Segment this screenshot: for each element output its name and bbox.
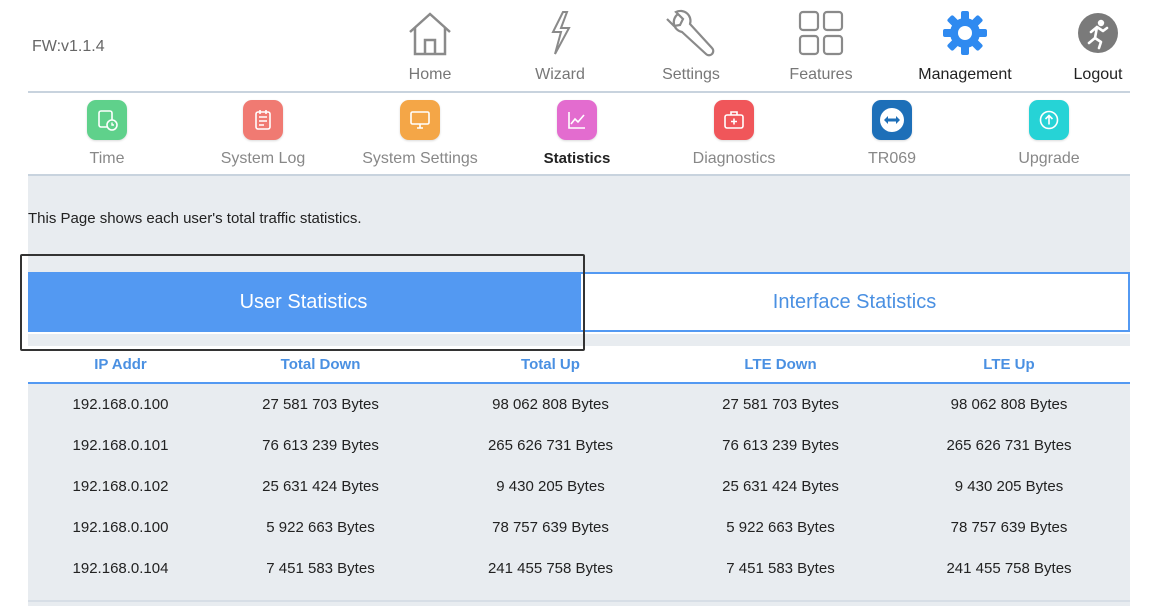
col-total-down[interactable]: Total Down [213, 356, 428, 373]
cell-lte-up: 9 430 205 Bytes [954, 478, 1064, 495]
col-lte-down[interactable]: LTE Down [673, 356, 888, 373]
nav-features-label: Features [789, 66, 853, 83]
cell-ip: 192.168.0.104 [72, 560, 169, 577]
table-row: 192.168.0.100 27 581 703 Bytes 98 062 80… [28, 384, 1130, 425]
tab-interface-statistics[interactable]: Interface Statistics [579, 272, 1130, 332]
medkit-icon [714, 100, 754, 140]
cell-lte-down: 5 922 663 Bytes [726, 519, 835, 536]
home-icon [403, 6, 457, 60]
time-icon [87, 100, 127, 140]
nav-wizard[interactable]: Wizard [500, 6, 620, 88]
subnav-system-settings[interactable]: System Settings [345, 100, 495, 174]
page-description: This Page shows each user's total traffi… [28, 210, 362, 227]
subnav-statistics[interactable]: Statistics [502, 100, 652, 174]
nav-home-label: Home [408, 66, 452, 83]
wrench-icon [664, 6, 718, 60]
cell-lte-up: 265 626 731 Bytes [946, 437, 1072, 454]
upgrade-icon [1029, 100, 1069, 140]
subnav-system-settings-label: System Settings [362, 150, 478, 167]
nav-settings-label: Settings [662, 66, 720, 83]
table-row: 192.168.0.102 25 631 424 Bytes 9 430 205… [28, 466, 1130, 507]
table-row: 192.168.0.101 76 613 239 Bytes 265 626 7… [28, 425, 1130, 466]
grid-icon [794, 6, 848, 60]
col-lte-up[interactable]: LTE Up [888, 356, 1130, 373]
cell-lte-down: 7 451 583 Bytes [726, 560, 835, 577]
nav-logout-label: Logout [1073, 66, 1123, 83]
cell-total-up: 78 757 639 Bytes [492, 519, 609, 536]
top-divider [28, 91, 1130, 93]
cell-total-up: 98 062 808 Bytes [492, 396, 609, 413]
table-bottom-divider [28, 600, 1130, 602]
tab-user-statistics[interactable]: User Statistics [28, 272, 579, 332]
sub-navigation: Time System Log System Settings Statisti… [28, 94, 1130, 174]
cell-total-down: 27 581 703 Bytes [262, 396, 379, 413]
subnav-upgrade-label: Upgrade [1018, 150, 1080, 167]
cell-lte-down: 76 613 239 Bytes [722, 437, 839, 454]
subnav-tr069-label: TR069 [867, 150, 917, 167]
table-header: IP Addr Total Down Total Up LTE Down LTE… [28, 346, 1130, 384]
col-ip-addr[interactable]: IP Addr [28, 356, 213, 373]
nav-features[interactable]: Features [761, 6, 881, 88]
cell-total-up: 265 626 731 Bytes [487, 437, 614, 454]
log-icon [243, 100, 283, 140]
logout-icon [1071, 6, 1125, 60]
nav-home[interactable]: Home [370, 6, 490, 88]
subnav-system-log-label: System Log [220, 150, 306, 167]
statistics-tabs: User Statistics Interface Statistics [28, 272, 1130, 334]
subnav-time-label: Time [89, 150, 125, 167]
cell-total-down: 76 613 239 Bytes [262, 437, 379, 454]
subnav-time[interactable]: Time [32, 100, 182, 174]
subnav-tr069[interactable]: TR069 [817, 100, 967, 174]
cell-total-down: 5 922 663 Bytes [266, 519, 375, 536]
gear-icon [938, 6, 992, 60]
cell-lte-up: 78 757 639 Bytes [950, 519, 1068, 536]
nav-settings[interactable]: Settings [631, 6, 751, 88]
cell-ip: 192.168.0.100 [72, 519, 169, 536]
tr069-icon [872, 100, 912, 140]
wizard-icon [533, 6, 587, 60]
subnav-system-log[interactable]: System Log [188, 100, 338, 174]
cell-lte-up: 241 455 758 Bytes [946, 560, 1072, 577]
nav-logout[interactable]: Logout [1038, 6, 1158, 88]
subnav-diagnostics[interactable]: Diagnostics [659, 100, 809, 174]
user-statistics-table: IP Addr Total Down Total Up LTE Down LTE… [28, 346, 1130, 589]
cell-lte-down: 25 631 424 Bytes [722, 478, 839, 495]
col-total-up[interactable]: Total Up [428, 356, 673, 373]
table-row: 192.168.0.104 7 451 583 Bytes 241 455 75… [28, 548, 1130, 589]
monitor-icon [400, 100, 440, 140]
subnav-diagnostics-label: Diagnostics [692, 150, 776, 167]
table-row: 192.168.0.100 5 922 663 Bytes 78 757 639… [28, 507, 1130, 548]
subnav-statistics-label: Statistics [543, 150, 611, 167]
cell-ip: 192.168.0.101 [72, 437, 169, 454]
cell-lte-up: 98 062 808 Bytes [950, 396, 1068, 413]
cell-ip: 192.168.0.102 [72, 478, 169, 495]
cell-total-down: 7 451 583 Bytes [266, 560, 375, 577]
cell-total-up: 241 455 758 Bytes [487, 560, 614, 577]
cell-ip: 192.168.0.100 [72, 396, 169, 413]
chart-icon [557, 100, 597, 140]
main-content: This Page shows each user's total traffi… [28, 176, 1130, 606]
cell-total-up: 9 430 205 Bytes [496, 478, 605, 495]
cell-total-down: 25 631 424 Bytes [262, 478, 379, 495]
subnav-upgrade[interactable]: Upgrade [974, 100, 1124, 174]
cell-lte-down: 27 581 703 Bytes [722, 396, 839, 413]
nav-management-label: Management [918, 66, 1012, 83]
top-navigation: Home Wizard Settings Features Management… [0, 0, 1164, 92]
nav-wizard-label: Wizard [535, 66, 585, 83]
nav-management[interactable]: Management [905, 6, 1025, 88]
